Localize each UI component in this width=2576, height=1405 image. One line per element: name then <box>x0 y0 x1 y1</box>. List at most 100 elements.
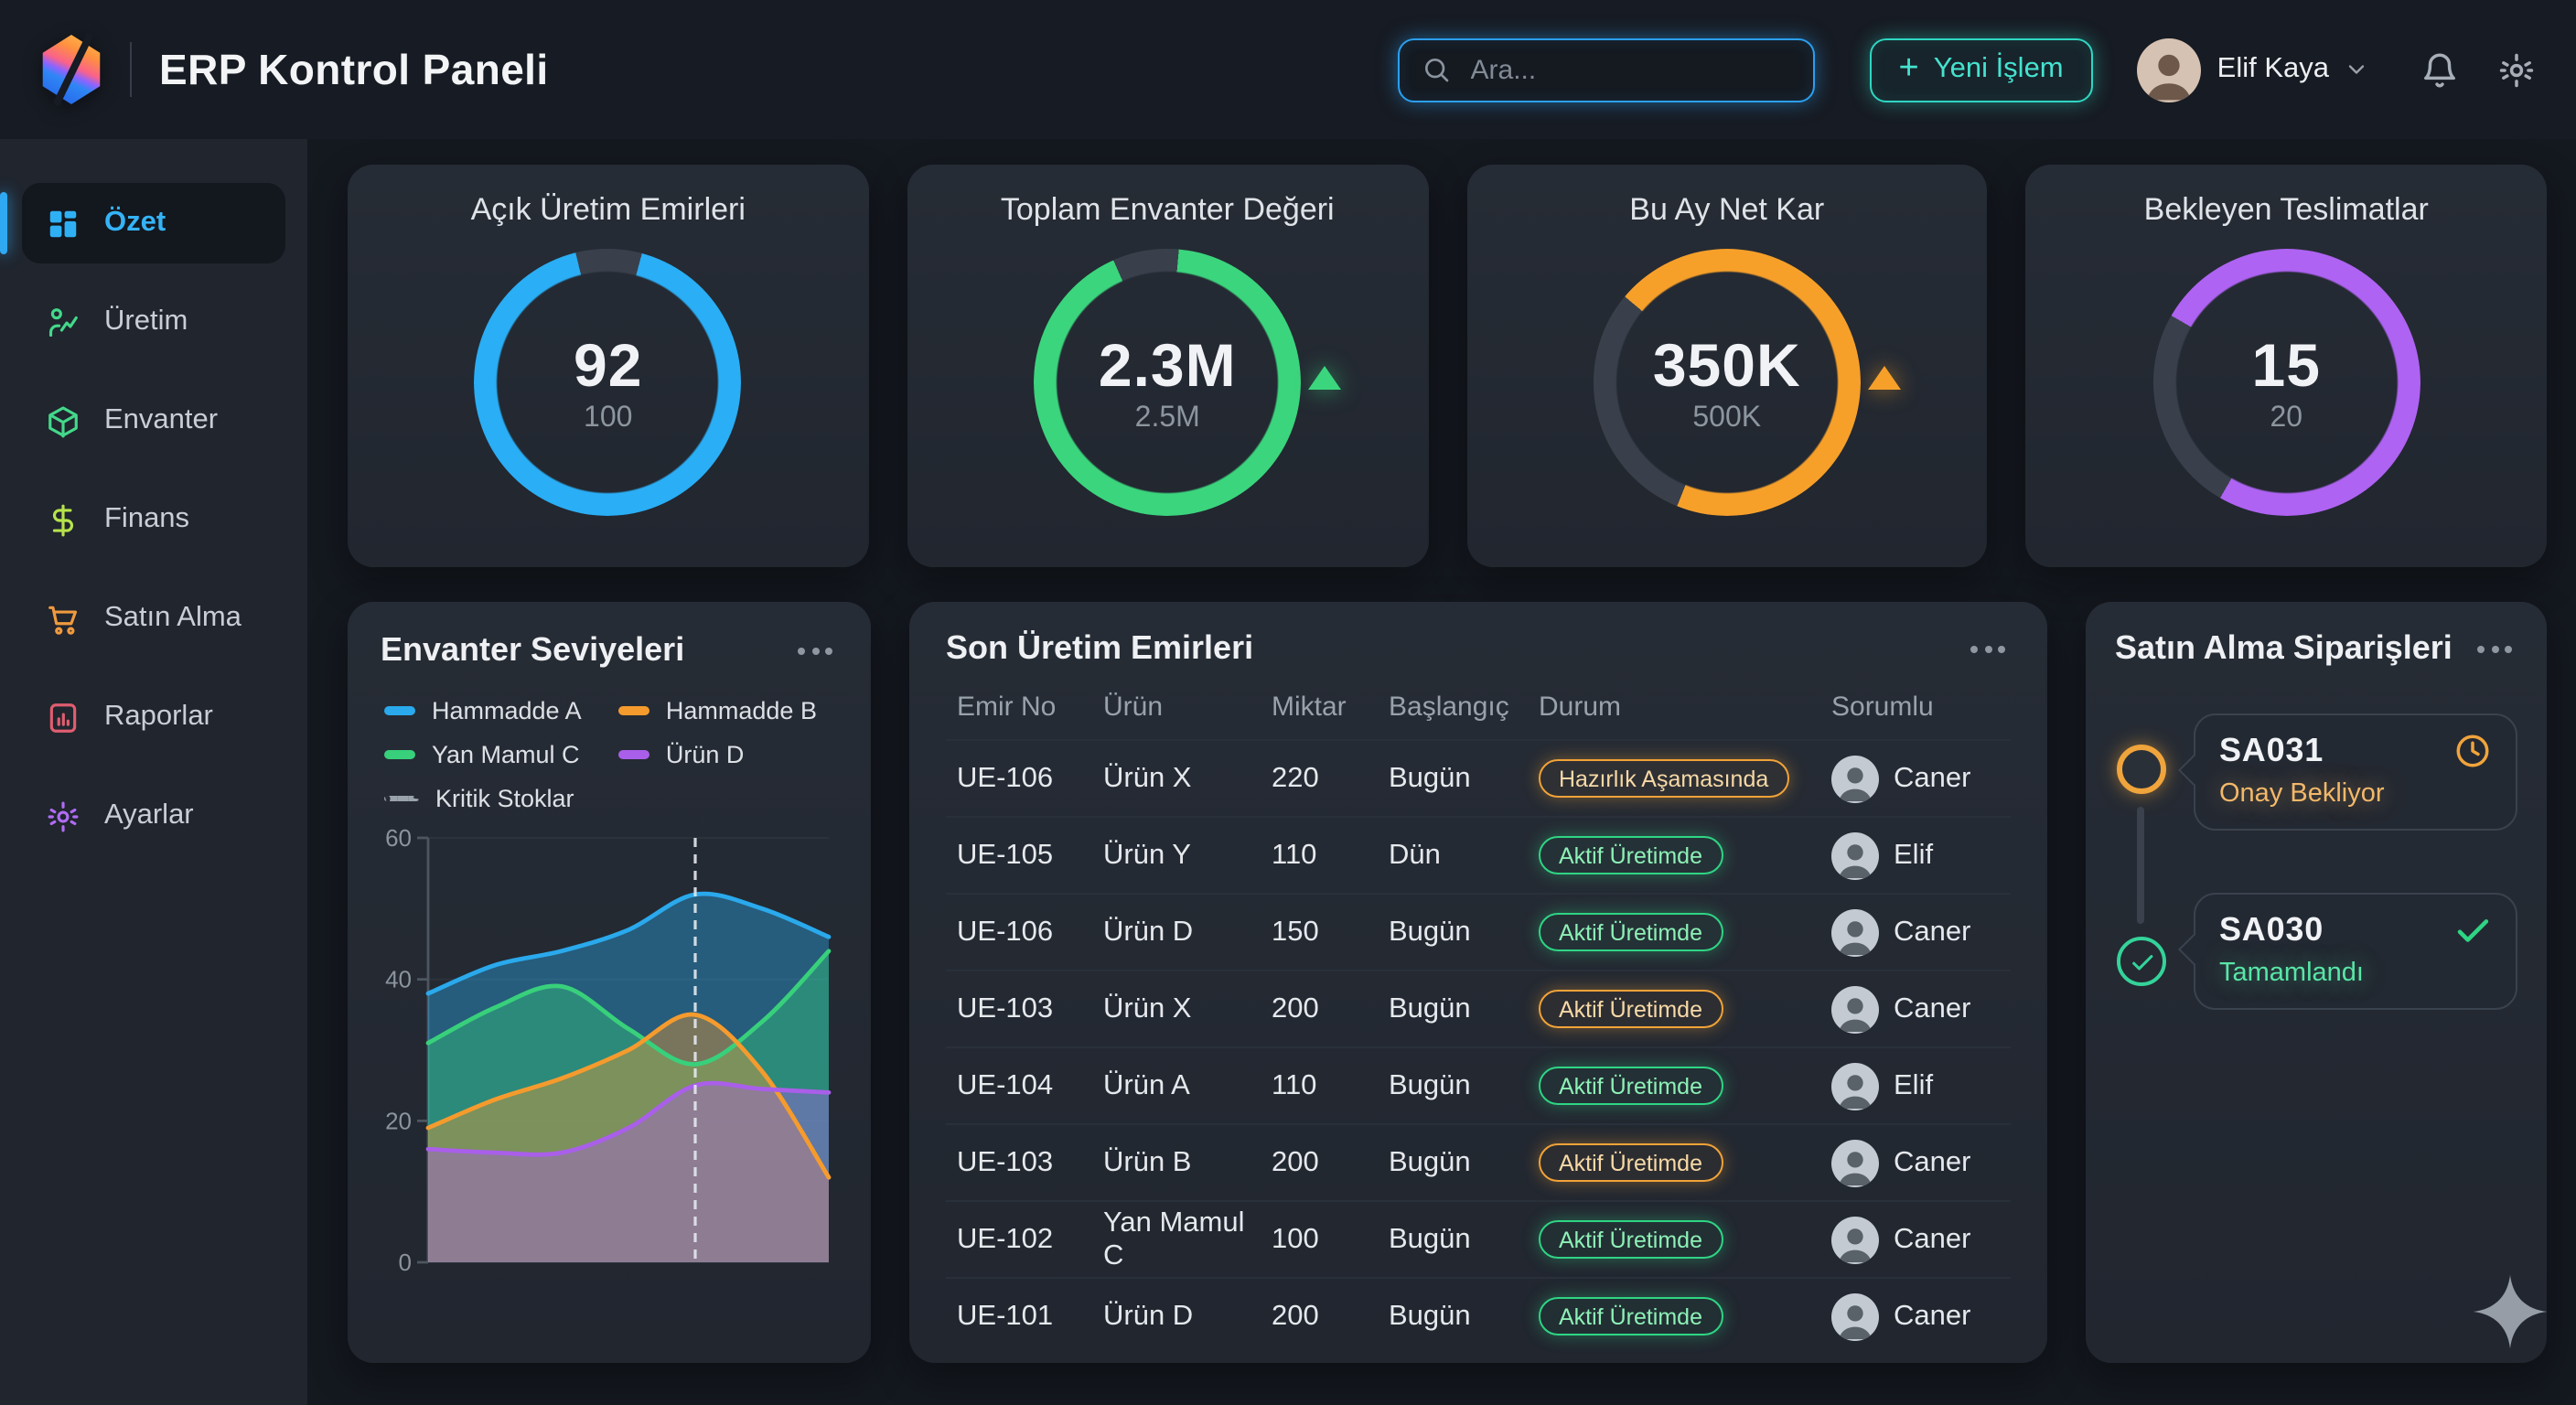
area-chart-svg: 0204060 <box>381 820 838 1292</box>
sidebar-item-label: Satın Alma <box>104 602 242 635</box>
menu-dots-icon[interactable] <box>1959 639 2011 658</box>
kpi-title: Bekleyen Teslimatlar <box>2052 192 2522 229</box>
search-input[interactable] <box>1467 52 1791 87</box>
kpi-value: 15 <box>2252 330 2321 400</box>
legend-item-hammadde-a: Hammadde A <box>384 697 611 724</box>
table-row[interactable]: UE-103Ürün B200BugünAktif ÜretimdeCaner <box>946 1123 2011 1200</box>
kpi-target: 100 <box>584 402 632 434</box>
new-transaction-label: Yeni İşlem <box>1934 53 2064 86</box>
timeline-node-done <box>2117 937 2166 986</box>
grid-icon <box>46 206 80 241</box>
table-row[interactable]: UE-101Ürün D200BugünAktif ÜretimdeCaner <box>946 1277 2011 1354</box>
table-row[interactable]: UE-105Ürün Y110DünAktif ÜretimdeElif <box>946 816 2011 893</box>
legend-item-r-n-d: Ürün D <box>618 741 834 768</box>
report-icon <box>46 700 80 735</box>
status-badge: Aktif Üretimde <box>1539 990 1723 1028</box>
kpi-target: 20 <box>2270 402 2302 434</box>
table-body: UE-106Ürün X220BugünHazırlık AşamasındaC… <box>946 739 2011 1354</box>
po-status: Onay Bekliyor <box>2219 779 2492 809</box>
sidebar: Özet Üretim Envanter Finans Satın Alma Raporl… <box>0 139 307 1405</box>
cell-order-no: UE-103 <box>957 1146 1103 1179</box>
po-status: Tamamlandı <box>2219 959 2492 988</box>
sidebar-item-sat-n-alma[interactable]: Satın Alma <box>22 578 285 659</box>
cell-status: Aktif Üretimde <box>1539 1067 1831 1105</box>
legend-label: Hammadde A <box>432 697 582 724</box>
cell-person: Caner <box>1831 755 2000 802</box>
person-avatar <box>1831 831 1879 879</box>
column-header-durum: Durum <box>1539 692 1831 723</box>
user-menu[interactable]: Elif Kaya <box>2137 38 2369 102</box>
cell-quantity: 150 <box>1272 916 1389 949</box>
search-box[interactable] <box>1398 38 1815 102</box>
kpi-ring-wrap: 2.3M2.5M <box>1034 249 1301 516</box>
timeline-node-pending <box>2117 745 2166 794</box>
kpi-ring-wrap: 1520 <box>2152 249 2420 516</box>
kpi-title: Açık Üretim Emirleri <box>373 192 843 229</box>
table-row[interactable]: UE-103Ürün X200BugünAktif ÜretimdeCaner <box>946 970 2011 1046</box>
kpi-ring-wrap: 92100 <box>475 249 742 516</box>
notifications-bell-icon[interactable] <box>2420 50 2459 89</box>
cell-start: Bugün <box>1389 992 1539 1025</box>
po-items: SA031 Onay Bekliyor SA030 Tamamlandı <box>2194 713 2517 1010</box>
check-icon <box>2453 911 2492 949</box>
sidebar-items: Özet Üretim Envanter Finans Satın Alma Raporl… <box>22 183 285 856</box>
kpi-center: 92100 <box>475 249 742 516</box>
sidebar-item-envanter[interactable]: Envanter <box>22 381 285 461</box>
user-name: Elif Kaya <box>2217 53 2329 86</box>
column-header-miktar: Miktar <box>1272 692 1389 723</box>
cell-quantity: 200 <box>1272 1300 1389 1333</box>
legend-swatch <box>618 707 649 715</box>
chart-legend: Hammadde AHammadde BYan Mamul CÜrün DKri… <box>384 697 834 812</box>
legend-swatch <box>384 796 419 801</box>
person-avatar <box>1831 985 1879 1033</box>
inventory-area-chart: 0204060 <box>381 820 838 1292</box>
table-row[interactable]: UE-106Ürün D150BugünAktif ÜretimdeCaner <box>946 893 2011 970</box>
sidebar-item-finans[interactable]: Finans <box>22 479 285 560</box>
status-badge: Aktif Üretimde <box>1539 836 1723 874</box>
table-row[interactable]: UE-102Yan Mamul C100BugünAktif ÜretimdeC… <box>946 1200 2011 1277</box>
person-name: Caner <box>1894 1146 1970 1179</box>
menu-dots-icon[interactable] <box>786 641 838 660</box>
kpi-title: Toplam Envanter Değeri <box>933 192 1403 229</box>
cell-start: Bugün <box>1389 1146 1539 1179</box>
bottom-row: Envanter Seviyeleri Hammadde AHammadde B… <box>348 602 2547 1363</box>
person-name: Elif <box>1894 1069 1933 1102</box>
app-logo-icon <box>40 35 102 104</box>
card-head: Envanter Seviyeleri <box>381 631 838 670</box>
cell-status: Aktif Üretimde <box>1539 836 1831 874</box>
cell-order-no: UE-106 <box>957 762 1103 795</box>
table-row[interactable]: UE-104Ürün A110BugünAktif ÜretimdeElif <box>946 1046 2011 1123</box>
table-row[interactable]: UE-106Ürün X220BugünHazırlık AşamasındaC… <box>946 739 2011 816</box>
kpi-value: 2.3M <box>1099 330 1237 400</box>
po-code: SA031 <box>2219 732 2324 770</box>
kpi-card-bu-ay-net-kar: Bu Ay Net Kar350K500K <box>1466 165 1988 567</box>
legend-label: Kritik Stoklar <box>435 785 574 812</box>
sidebar-item-zet[interactable]: Özet <box>22 183 285 263</box>
search-icon <box>1422 55 1451 84</box>
person-avatar <box>1831 908 1879 956</box>
cell-quantity: 100 <box>1272 1223 1389 1256</box>
cell-quantity: 200 <box>1272 992 1389 1025</box>
status-badge: Aktif Üretimde <box>1539 1143 1723 1182</box>
cell-product: Ürün D <box>1103 916 1272 949</box>
legend-item-yan-mamul-c: Yan Mamul C <box>384 741 611 768</box>
sidebar-item-ayarlar[interactable]: Ayarlar <box>22 776 285 856</box>
menu-dots-icon[interactable] <box>2465 639 2517 658</box>
sidebar-item-retim[interactable]: Üretim <box>22 282 285 362</box>
purchase-order-sa031[interactable]: SA031 Onay Bekliyor <box>2194 713 2517 831</box>
status-badge: Aktif Üretimde <box>1539 913 1723 951</box>
po-code-row: SA030 <box>2219 911 2492 949</box>
purchase-order-sa030[interactable]: SA030 Tamamlandı <box>2194 893 2517 1010</box>
kpi-card-bekleyen-teslimatlar: Bekleyen Teslimatlar 1520 <box>2026 165 2548 567</box>
kpi-center: 1520 <box>2152 249 2420 516</box>
settings-gear-icon[interactable] <box>2497 50 2536 89</box>
cart-icon <box>46 601 80 636</box>
person-name: Caner <box>1894 762 1970 795</box>
cell-person: Elif <box>1831 1062 2000 1110</box>
kpi-target: 500K <box>1692 402 1761 434</box>
cell-order-no: UE-105 <box>957 839 1103 872</box>
sidebar-item-raporlar[interactable]: Raporlar <box>22 677 285 757</box>
new-transaction-button[interactable]: + Yeni İşlem <box>1870 38 2093 102</box>
cell-person: Caner <box>1831 1139 2000 1186</box>
topbar-actions: + Yeni İşlem Elif Kaya <box>1398 38 2550 102</box>
